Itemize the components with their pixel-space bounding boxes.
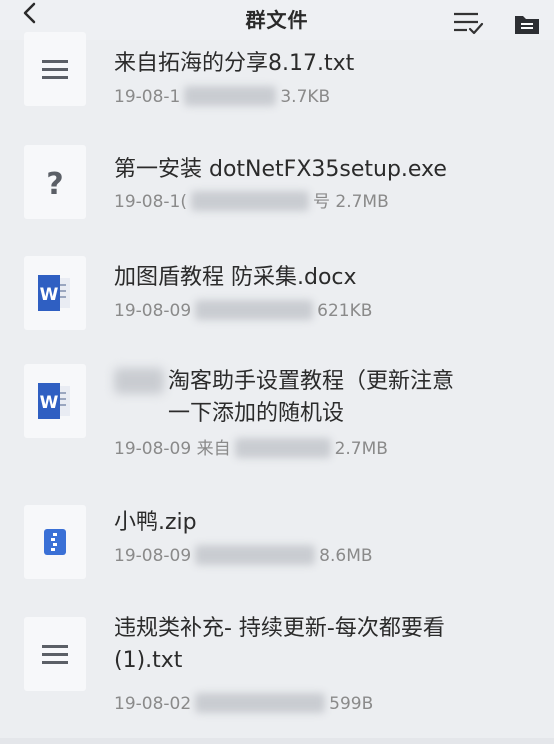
file-name: 小鸭.zip xyxy=(114,510,197,535)
file-size: 3.7KB xyxy=(280,87,331,107)
file-item[interactable]: W 加图盾教程 防采集.docx 19-08-09 621KB xyxy=(0,250,554,350)
svg-text:W: W xyxy=(40,285,59,305)
redacted-sender xyxy=(195,693,326,713)
file-meta: 19-08-1( 号 2.7MB xyxy=(114,191,534,213)
word-file-icon: W xyxy=(24,364,86,438)
file-name: 淘客助手设置教程（更新注意一下添加的随机设 xyxy=(168,369,455,426)
text-file-icon xyxy=(24,617,86,691)
file-item[interactable]: 违规类补充- 持续更新-每次都要看 (1).txt 19-08-02 599B xyxy=(0,605,554,735)
redacted-sender xyxy=(184,86,277,106)
file-date: 19-08-09 xyxy=(114,301,192,321)
file-date: 19-08-1 xyxy=(114,87,181,107)
svg-text:W: W xyxy=(40,393,59,413)
sort-button[interactable] xyxy=(451,8,485,38)
svg-text:?: ? xyxy=(46,167,63,200)
file-name: 违规类补充- 持续更新-每次都要看 (1).txt xyxy=(114,616,445,673)
file-size: 8.6MB xyxy=(319,546,373,566)
redacted-sender xyxy=(190,191,309,211)
file-date: 19-08-1( xyxy=(114,192,187,212)
file-meta: 19-08-1 3.7KB xyxy=(114,86,534,108)
file-date: 19-08-02 xyxy=(114,694,192,714)
folder-icon xyxy=(515,16,539,34)
redacted-sender xyxy=(195,300,314,320)
file-meta: 19-08-09 621KB xyxy=(114,300,534,322)
file-name: 第一安装 dotNetFX35setup.exe xyxy=(114,157,447,182)
unknown-file-icon: ? xyxy=(24,145,86,219)
file-size: 621KB xyxy=(317,301,373,321)
file-size: 599B xyxy=(329,694,374,714)
redacted-name-prefix xyxy=(114,368,164,394)
text-file-icon xyxy=(24,32,86,106)
file-item[interactable]: 小鸭.zip 19-08-09 8.6MB xyxy=(0,495,554,595)
folder-button[interactable] xyxy=(512,10,542,38)
file-meta: 19-08-09 8.6MB xyxy=(114,545,534,567)
file-name: 来自拓海的分享8.17.txt xyxy=(114,51,355,76)
bottom-edge xyxy=(0,738,554,744)
file-date: 19-08-09 来自 xyxy=(114,439,231,459)
file-date: 19-08-09 xyxy=(114,546,192,566)
zip-file-icon xyxy=(24,505,86,579)
file-meta: 19-08-02 599B xyxy=(114,693,534,715)
redacted-sender xyxy=(195,545,316,565)
redacted-sender xyxy=(234,438,331,458)
sort-list-icon xyxy=(454,12,484,35)
file-size: 号 2.7MB xyxy=(312,192,389,212)
file-item[interactable]: 来自拓海的分享8.17.txt 19-08-1 3.7KB xyxy=(0,32,554,130)
file-name: 加图盾教程 防采集.docx xyxy=(114,265,357,290)
file-size: 2.7MB xyxy=(334,439,388,459)
file-item[interactable]: W 淘客助手设置教程（更新注意一下添加的随机设 19-08-09 来自 2.7MB xyxy=(0,360,554,480)
word-file-icon: W xyxy=(24,256,86,330)
file-meta: 19-08-09 来自 2.7MB xyxy=(114,438,534,460)
file-item[interactable]: ? 第一安装 dotNetFX35setup.exe 19-08-1( 号 2.7… xyxy=(0,145,554,245)
